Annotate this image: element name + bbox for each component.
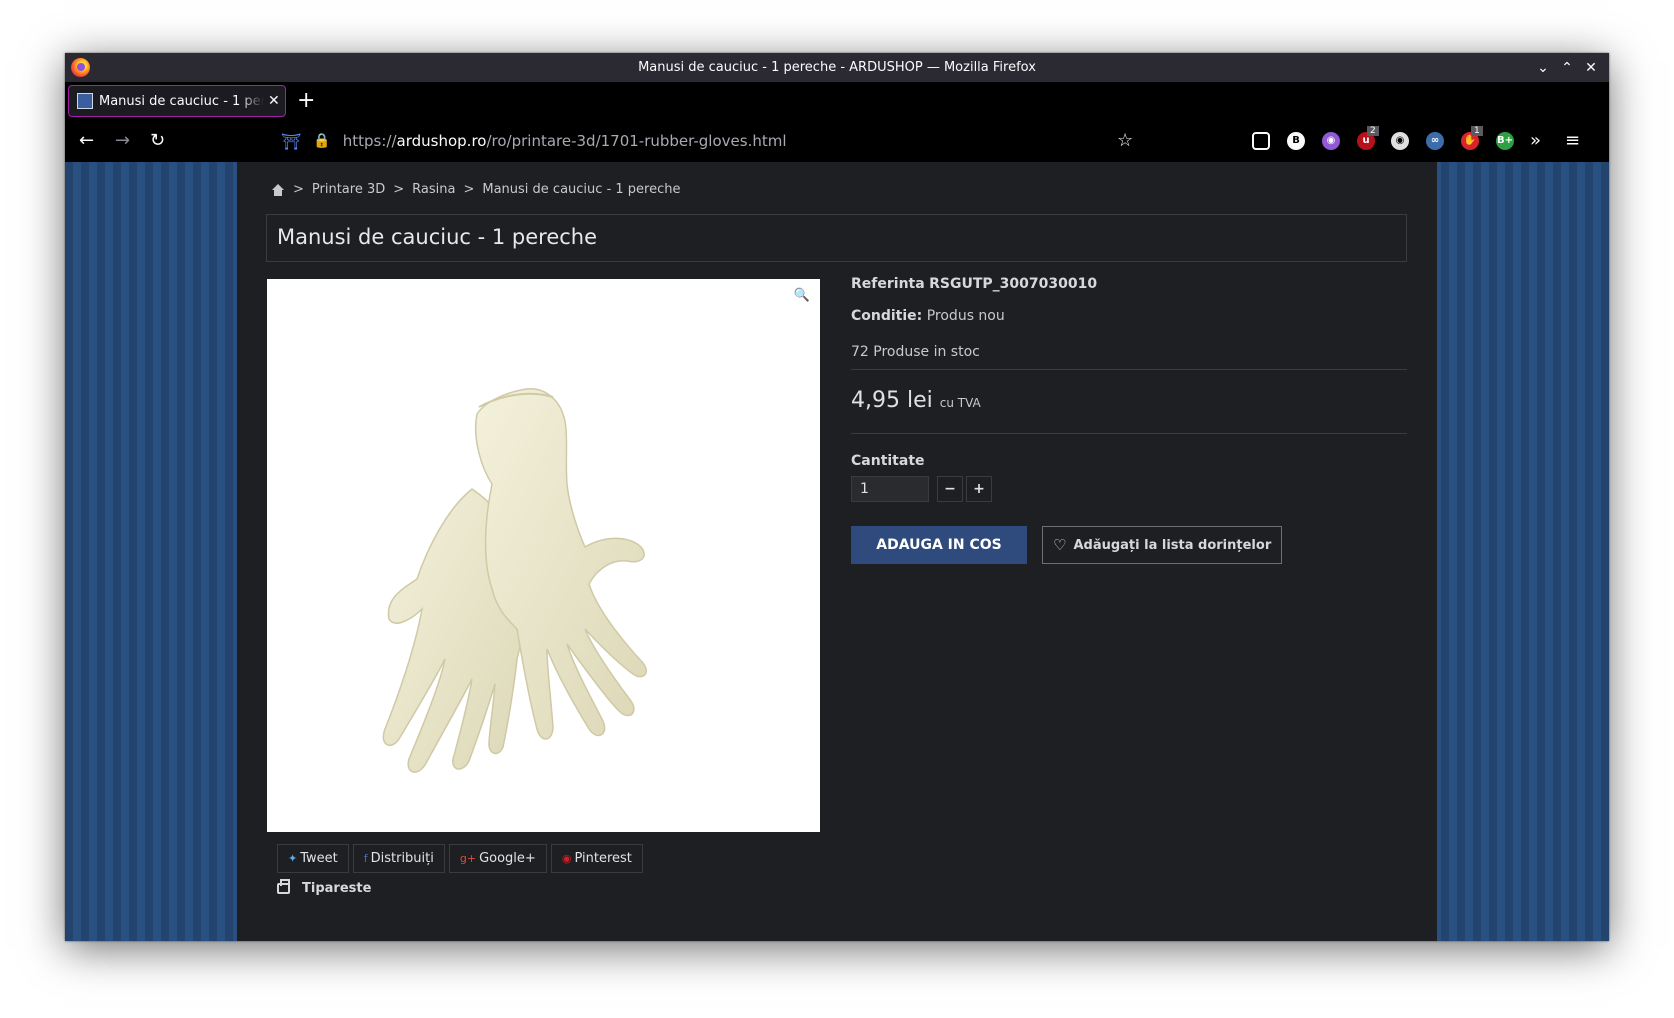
print-link[interactable]: Tipareste [277,879,372,896]
divider [851,433,1407,434]
firefox-logo-icon [71,58,90,77]
tab-active[interactable]: Manusi de cauciuc - 1 pereche ✕ [68,85,286,117]
facebook-share-button[interactable]: f Distribuiți [352,844,445,873]
quantity-decrease-button[interactable]: − [937,476,963,502]
tweet-button[interactable]: ✦ Tweet [277,844,349,873]
breadcrumb-separator: > [463,182,475,197]
quantity-label: Cantitate [851,453,925,469]
title-bar: Manusi de cauciuc - 1 pereche - ARDUSHOP… [65,53,1609,82]
ublock-badge: 2 [1367,126,1379,136]
add-to-wishlist-button[interactable]: ♡ Adăugați la lista dorințelor [1042,526,1283,564]
home-icon[interactable] [271,183,285,196]
divider [851,369,1407,370]
tab-title: Manusi de cauciuc - 1 pereche [99,93,264,109]
google-label: Google+ [479,851,536,866]
breadcrumb-separator: > [393,182,405,197]
reload-icon[interactable]: ↻ [150,131,165,151]
extension-bplus-icon[interactable]: B+ [1496,132,1514,150]
pocket-icon[interactable] [1252,132,1270,150]
reference-value: RSGUTP_3007030010 [929,276,1098,292]
price: 4,95 lei cu TVA [851,388,981,413]
extension-circle-icon[interactable]: ◉ [1322,132,1340,150]
nav-bar: ← → ↻ ⛩ 🔒 https://ardushop.ro/ro/printar… [65,120,1609,162]
window-title: Manusi de cauciuc - 1 pereche - ARDUSHOP… [638,60,1036,75]
hand-badge: 1 [1471,126,1483,136]
pinterest-icon: ◉ [561,852,572,865]
product-image[interactable]: 🔍 [267,279,820,832]
wishlist-label: Adăugați la lista dorințelor [1073,537,1272,553]
pinterest-button[interactable]: ◉ Pinterest [550,844,643,873]
condition-label: Conditie: [851,308,923,324]
breadcrumb-item-printare-3d[interactable]: Printare 3D [312,182,385,197]
extension-glasses-icon[interactable]: ∞ [1426,132,1444,150]
printer-icon [277,879,290,894]
breadcrumb: > Printare 3D > Rasina > Manusi de cauci… [271,182,681,197]
twitter-icon: ✦ [288,852,298,865]
condition-value: Produs nou [926,308,1005,324]
extension-globe-icon[interactable]: ◉ [1391,132,1409,150]
close-window-icon[interactable]: ✕ [1579,58,1603,78]
close-tab-icon[interactable]: ✕ [268,93,280,109]
stock-status: 72 Produse in stoc [851,344,980,360]
site-favicon-icon [77,93,93,109]
maximize-icon[interactable]: ⌃ [1555,58,1579,78]
reference-line: Referinta RSGUTP_3007030010 [851,276,1097,292]
condition-line: Conditie: Produs nou [851,308,1005,324]
main-content: > Printare 3D > Rasina > Manusi de cauci… [237,162,1437,941]
page-background: > Printare 3D > Rasina > Manusi de cauci… [65,162,1609,941]
tracking-shield-icon[interactable]: ⛩ [281,132,301,151]
google-plus-button[interactable]: g+ Google+ [448,844,547,873]
page-title: Manusi de cauciuc - 1 pereche [266,214,1407,262]
url-bar[interactable]: ⛩ 🔒 https://ardushop.ro/ro/printare-3d/1… [275,126,1175,156]
heart-icon: ♡ [1053,536,1067,554]
pinterest-label: Pinterest [574,851,632,866]
minimize-icon[interactable]: ⌄ [1531,58,1555,78]
quantity-increase-button[interactable]: + [966,476,992,502]
print-label: Tipareste [302,881,372,896]
breadcrumb-separator: > [293,182,304,197]
add-to-cart-button[interactable]: ADAUGA IN COS [851,526,1027,564]
url-text[interactable]: https://ardushop.ro/ro/printare-3d/1701-… [343,132,787,150]
tweet-label: Tweet [300,851,338,866]
price-value: 4,95 lei [851,388,933,413]
price-note: cu TVA [939,396,981,410]
hamburger-menu-icon[interactable]: ≡ [1565,131,1580,151]
browser-window: Manusi de cauciuc - 1 pereche - ARDUSHOP… [65,53,1609,941]
overflow-chevrons-icon[interactable]: » [1530,131,1541,151]
facebook-icon: f [363,852,368,865]
bookmark-star-icon[interactable]: ☆ [1117,130,1133,151]
forward-arrow-icon[interactable]: → [115,131,130,151]
reference-label: Referinta [851,276,925,292]
quantity-input[interactable] [851,476,929,502]
breadcrumb-item-rasina[interactable]: Rasina [412,182,455,197]
lock-icon[interactable]: 🔒 [313,133,330,149]
gloves-illustration [382,388,647,773]
google-plus-icon: g+ [459,852,477,865]
extension-b-icon[interactable]: B [1287,132,1305,150]
share-label: Distribuiți [370,851,434,866]
new-tab-button[interactable]: + [297,90,315,112]
breadcrumb-item-current: Manusi de cauciuc - 1 pereche [482,182,681,197]
social-share-bar: ✦ Tweet f Distribuiți g+ Google+ ◉ Pinterest [277,844,643,873]
tab-strip: Manusi de cauciuc - 1 pereche ✕ + [65,82,1609,120]
back-arrow-icon[interactable]: ← [79,131,94,151]
